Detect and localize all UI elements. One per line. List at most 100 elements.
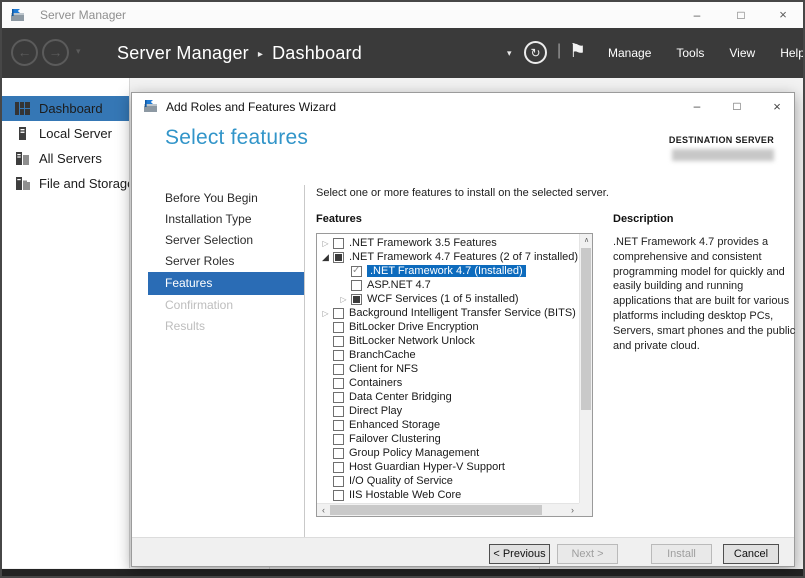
feature-row[interactable]: BitLocker Drive Encryption <box>317 320 579 334</box>
breadcrumb: Server Manager ▸ Dashboard <box>117 28 362 78</box>
scroll-up-icon[interactable]: ∧ <box>580 234 593 247</box>
feature-label: .NET Framework 3.5 Features <box>349 237 497 249</box>
feature-label: WCF Services (1 of 5 installed) <box>367 293 519 305</box>
horizontal-scrollbar[interactable]: ‹ › <box>317 503 579 516</box>
checkbox[interactable] <box>351 266 362 277</box>
vertical-scrollbar[interactable]: ∧ ∨ <box>579 234 592 516</box>
back-button[interactable]: ← <box>11 39 38 66</box>
checkbox[interactable] <box>333 350 344 361</box>
checkbox[interactable] <box>351 294 362 305</box>
checkbox[interactable] <box>333 462 344 473</box>
minimize-icon[interactable]: – <box>687 6 707 24</box>
sidebar-item-label: File and Storage Services <box>39 176 129 191</box>
features-listbox: ▷.NET Framework 3.5 Features◢.NET Framew… <box>316 233 593 517</box>
menu-tools[interactable]: Tools <box>676 46 704 60</box>
dialog-close-icon[interactable]: × <box>768 98 786 115</box>
expander-icon[interactable]: ▷ <box>338 295 349 304</box>
checkbox[interactable] <box>333 406 344 417</box>
features-list-label: Features <box>316 213 362 225</box>
feature-row[interactable]: BitLocker Network Unlock <box>317 334 579 348</box>
previous-button[interactable]: < Previous <box>489 544 550 564</box>
menu-help[interactable]: Help <box>780 46 805 60</box>
checkbox[interactable] <box>333 392 344 403</box>
menu-view[interactable]: View <box>729 46 755 60</box>
feature-row[interactable]: Containers <box>317 376 579 390</box>
feature-row[interactable]: I/O Quality of Service <box>317 474 579 488</box>
breadcrumb-root[interactable]: Server Manager <box>117 43 249 64</box>
wizard-icon <box>143 100 158 113</box>
cancel-button[interactable]: Cancel <box>723 544 779 564</box>
feature-row[interactable]: ▷ Background Intelligent Transfer Service… <box>317 306 579 320</box>
feature-row[interactable]: Failover Clustering <box>317 432 579 446</box>
forward-button[interactable]: → <box>42 39 69 66</box>
maximize-icon[interactable]: □ <box>731 6 751 24</box>
feature-label: Group Policy Management <box>349 447 479 459</box>
feature-row[interactable]: Host Guardian Hyper-V Support <box>317 460 579 474</box>
feature-label: Background Intelligent Transfer Service … <box>349 307 576 319</box>
checkbox[interactable] <box>333 476 344 487</box>
feature-row[interactable]: Enhanced Storage <box>317 418 579 432</box>
checkbox[interactable] <box>333 448 344 459</box>
vertical-scrollbar-thumb[interactable] <box>581 248 591 410</box>
feature-row[interactable]: Client for NFS <box>317 362 579 376</box>
feature-row[interactable]: Direct Play <box>317 404 579 418</box>
sidebar-item-local-server[interactable]: Local Server <box>2 121 129 146</box>
dialog-footer: < Previous Next > Install Cancel <box>132 537 794 566</box>
dialog-minimize-icon[interactable]: – <box>688 98 706 115</box>
dialog-maximize-icon[interactable]: □ <box>728 98 746 115</box>
feature-row[interactable]: ▷ WCF Services (1 of 5 installed) <box>317 292 579 306</box>
window-titlebar: Server Manager – □ × <box>2 2 803 28</box>
checkbox[interactable] <box>333 434 344 445</box>
local-server-icon <box>15 127 31 140</box>
wizard-step-before-you-begin[interactable]: Before You Begin <box>148 188 304 209</box>
wizard-step-installation-type[interactable]: Installation Type <box>148 209 304 230</box>
next-button[interactable]: Next > <box>557 544 618 564</box>
feature-row[interactable]: BranchCache <box>317 348 579 362</box>
feature-row[interactable]: Group Policy Management <box>317 446 579 460</box>
destination-server-label: DESTINATION SERVER <box>669 135 774 145</box>
feature-row[interactable]: ▷ .NET Framework 3.5 Features <box>317 236 579 250</box>
checkbox[interactable] <box>333 238 344 249</box>
scroll-right-icon[interactable]: › <box>566 504 579 517</box>
feature-label: Data Center Bridging <box>349 391 452 403</box>
checkbox[interactable] <box>333 322 344 333</box>
sidebar-item-label: Local Server <box>39 126 112 141</box>
feature-row[interactable]: IIS Hostable Web Core <box>317 488 579 502</box>
notifications-flag-icon[interactable]: ⚑ <box>569 40 586 63</box>
wizard-step-features[interactable]: Features <box>148 272 304 295</box>
sidebar: Dashboard Local Server All Servers File and… <box>2 78 130 568</box>
checkbox[interactable] <box>351 280 362 291</box>
toolbar: ← → ▾ Server Manager ▸ Dashboard ▾ ↻ | ⚑… <box>2 28 803 78</box>
sidebar-item-label: Dashboard <box>39 101 103 116</box>
refresh-icon[interactable]: ↻ <box>524 41 547 64</box>
breadcrumb-current[interactable]: Dashboard <box>272 43 362 64</box>
nav-dropdown-icon[interactable]: ▾ <box>76 46 81 57</box>
expander-icon[interactable]: ▷ <box>320 239 331 248</box>
expander-icon[interactable]: ◢ <box>320 252 331 263</box>
feature-row[interactable]: ASP.NET 4.7 <box>317 278 579 292</box>
checkbox[interactable] <box>333 378 344 389</box>
checkbox[interactable] <box>333 420 344 431</box>
sidebar-item-all-servers[interactable]: All Servers <box>2 146 129 171</box>
checkbox[interactable] <box>333 308 344 319</box>
checkbox[interactable] <box>333 490 344 501</box>
breadcrumb-dropdown-icon[interactable]: ▾ <box>507 48 512 59</box>
menu-manage[interactable]: Manage <box>608 46 651 60</box>
checkbox[interactable] <box>333 364 344 375</box>
wizard-step-server-selection[interactable]: Server Selection <box>148 230 304 251</box>
wizard-step-server-roles[interactable]: Server Roles <box>148 251 304 272</box>
feature-row[interactable]: .NET Framework 4.7 (Installed) <box>317 264 579 278</box>
expander-icon[interactable]: ▷ <box>320 309 331 318</box>
install-button[interactable]: Install <box>651 544 712 564</box>
scroll-left-icon[interactable]: ‹ <box>317 504 330 517</box>
horizontal-scrollbar-thumb[interactable] <box>330 505 542 515</box>
feature-row[interactable]: Data Center Bridging <box>317 390 579 404</box>
checkbox[interactable] <box>333 252 344 263</box>
server-manager-window: Server Manager – □ × ← → ▾ Server Manage… <box>0 0 805 578</box>
feature-row[interactable]: ◢.NET Framework 4.7 Features (2 of 7 ins… <box>317 250 579 264</box>
sidebar-item-file-and-storage-services[interactable]: File and Storage Services <box>2 171 129 196</box>
sidebar-item-dashboard[interactable]: Dashboard <box>2 96 129 121</box>
close-icon[interactable]: × <box>773 6 793 24</box>
checkbox[interactable] <box>333 336 344 347</box>
all-servers-icon <box>15 152 31 165</box>
